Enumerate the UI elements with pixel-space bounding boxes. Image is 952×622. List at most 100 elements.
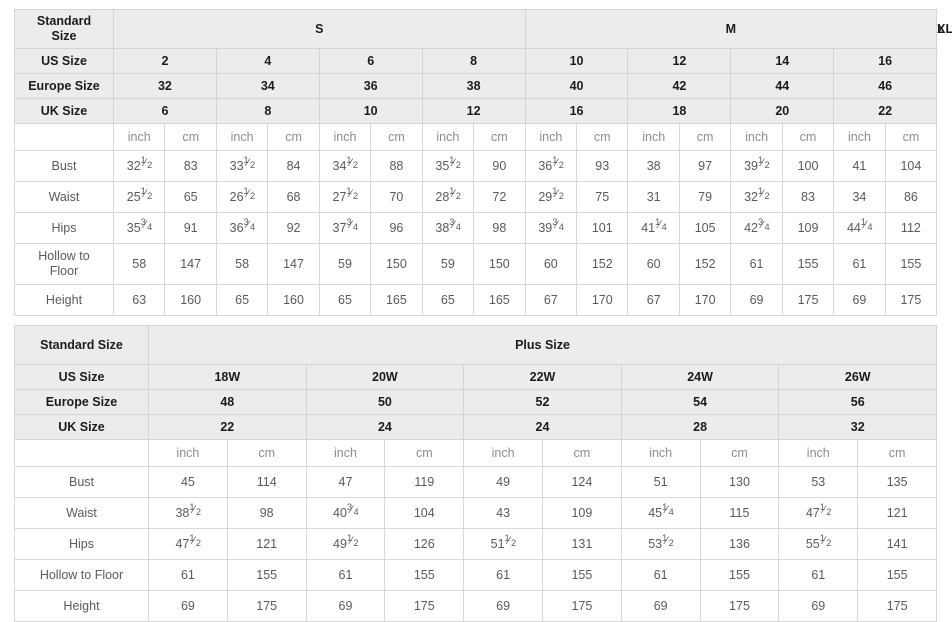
fraction-value: 47 1 ⁄ 2 bbox=[805, 501, 832, 521]
fraction-glyph: 1 ⁄ 2 bbox=[662, 532, 674, 549]
measure-label-height: Height bbox=[14, 284, 114, 316]
measure-value: 61 bbox=[730, 243, 783, 285]
measure-value: 61 bbox=[305, 559, 386, 591]
table-row: Bust 45 114 47 119 49 124 51 130 53 135 bbox=[14, 466, 938, 498]
fraction-value: 34 1 ⁄ 2 bbox=[332, 154, 359, 174]
measure-value: 55 1 ⁄ 2 bbox=[778, 528, 859, 560]
measure-value: 36 3 ⁄ 4 bbox=[215, 212, 269, 244]
header-label-standard-size: Standard Size bbox=[14, 325, 149, 365]
measure-value: 83 bbox=[164, 150, 217, 182]
fraction-value: 28 1 ⁄ 2 bbox=[435, 185, 461, 205]
unit-header-cm: cm bbox=[781, 123, 835, 151]
measure-value: 96 bbox=[370, 212, 423, 244]
fraction-glyph: 1 ⁄ 2 bbox=[449, 185, 461, 202]
measure-value: 135 bbox=[857, 466, 938, 498]
size-value: 8 bbox=[421, 48, 526, 74]
fraction-glyph: 1 ⁄ 2 bbox=[819, 501, 832, 518]
measure-label-hips: Hips bbox=[14, 528, 149, 560]
measure-value: 25 1 ⁄ 2 bbox=[112, 181, 166, 213]
measure-value: 136 bbox=[699, 528, 780, 560]
unit-header-inch: inch bbox=[730, 123, 783, 151]
fraction-glyph: 1 ⁄ 2 bbox=[189, 532, 201, 549]
fraction-glyph: 1 ⁄ 2 bbox=[449, 154, 461, 171]
row-label-units-blank bbox=[14, 123, 114, 151]
table-row: Hips 47 1 ⁄ 2 121 49 1 ⁄ 2 126 51 1 ⁄ 2 131 53 1 ⁄ 2 136 55 1 ⁄… bbox=[14, 528, 938, 560]
size-value: 26W bbox=[778, 364, 938, 390]
measure-value: 44 1 ⁄ 4 bbox=[833, 212, 886, 244]
measure-value: 69 bbox=[730, 284, 783, 316]
size-value: 6 bbox=[318, 48, 423, 74]
measure-value: 35 1 ⁄ 2 bbox=[421, 150, 475, 182]
table-row: Height 69 175 69 175 69 175 69 175 69 175 bbox=[14, 590, 938, 622]
measure-value: 28 1 ⁄ 2 bbox=[421, 181, 475, 213]
fraction-glyph: 3 ⁄ 4 bbox=[449, 216, 461, 233]
fraction-glyph: 1 ⁄ 2 bbox=[243, 185, 256, 202]
measure-value: 58 bbox=[215, 243, 269, 285]
measure-value: 100 bbox=[781, 150, 835, 182]
fraction-glyph: 1 ⁄ 2 bbox=[346, 532, 359, 549]
plus-size-table: Standard Size Plus Size US Size 18W 20W 22W 24… bbox=[14, 325, 938, 622]
fraction-value: 32 1 ⁄ 2 bbox=[744, 185, 770, 205]
measure-value: 67 bbox=[627, 284, 680, 316]
fraction-glyph: 3 ⁄ 4 bbox=[346, 216, 359, 233]
unit-header-cm: cm bbox=[226, 439, 307, 467]
measure-value: 155 bbox=[699, 559, 780, 591]
measure-value: 39 3 ⁄ 4 bbox=[524, 212, 578, 244]
measure-value: 61 bbox=[620, 559, 701, 591]
size-value: 44 bbox=[730, 73, 835, 99]
header-row-standard-size: Standard Size Plus Size bbox=[14, 325, 938, 365]
measure-value: 26 1 ⁄ 2 bbox=[215, 181, 269, 213]
measure-label-waist: Waist bbox=[14, 181, 114, 213]
fraction-glyph: 1 ⁄ 4 bbox=[655, 216, 667, 233]
header-label-standard-size: Standard Size bbox=[14, 9, 114, 49]
measure-value: 88 bbox=[370, 150, 423, 182]
row-label-us-size: US Size bbox=[14, 364, 149, 390]
fraction-value: 44 1 ⁄ 4 bbox=[846, 216, 873, 236]
measure-value: 47 1 ⁄ 2 bbox=[148, 528, 228, 560]
size-value: 46 bbox=[833, 73, 938, 99]
size-value: 42 bbox=[627, 73, 732, 99]
measure-value: 121 bbox=[857, 497, 938, 529]
fraction-value: 51 1 ⁄ 2 bbox=[490, 532, 517, 552]
measure-value: 155 bbox=[226, 559, 307, 591]
measure-value: 69 bbox=[620, 590, 701, 622]
fraction-value: 35 3 ⁄ 4 bbox=[126, 216, 153, 236]
measure-value: 69 bbox=[463, 590, 543, 622]
fraction-value: 27 1 ⁄ 2 bbox=[332, 185, 359, 205]
measure-value: 131 bbox=[541, 528, 622, 560]
fraction-value: 37 3 ⁄ 4 bbox=[332, 216, 359, 236]
size-value: 54 bbox=[620, 389, 780, 415]
row-uk-size: UK Size 6 8 10 12 16 18 20 22 bbox=[14, 98, 938, 124]
measure-value: 160 bbox=[164, 284, 217, 316]
measure-value: 47 bbox=[305, 466, 386, 498]
unit-header-cm: cm bbox=[370, 123, 423, 151]
measure-value: 68 bbox=[267, 181, 320, 213]
measure-value: 32 1 ⁄ 2 bbox=[730, 181, 783, 213]
measure-value: 93 bbox=[576, 150, 629, 182]
unit-header-cm: cm bbox=[857, 439, 938, 467]
unit-header-inch: inch bbox=[148, 439, 228, 467]
size-value: 22 bbox=[148, 414, 307, 440]
measure-value: 69 bbox=[148, 590, 228, 622]
measure-label-bust: Bust bbox=[14, 466, 149, 498]
table-separator bbox=[14, 316, 936, 325]
measure-value: 65 bbox=[421, 284, 475, 316]
measure-value: 155 bbox=[857, 559, 938, 591]
measure-value: 91 bbox=[164, 212, 217, 244]
measure-value: 98 bbox=[473, 212, 526, 244]
table-row: Hollow to Floor 61 155 61 155 61 155 61 155 61 155 bbox=[14, 559, 938, 591]
measure-value: 45 bbox=[148, 466, 228, 498]
header-row-standard-size: Standard Size S M L XL bbox=[14, 9, 952, 49]
measure-value: 152 bbox=[576, 243, 629, 285]
fraction-glyph: 3 ⁄ 4 bbox=[243, 216, 256, 233]
row-label-uk-size: UK Size bbox=[14, 98, 114, 124]
fraction-value: 26 1 ⁄ 2 bbox=[229, 185, 256, 205]
measure-value: 109 bbox=[541, 497, 622, 529]
measure-value: 61 bbox=[463, 559, 543, 591]
size-value: 8 bbox=[215, 98, 320, 124]
unit-header-inch: inch bbox=[463, 439, 543, 467]
unit-header-cm: cm bbox=[267, 123, 320, 151]
fraction-value: 40 3 ⁄ 4 bbox=[333, 501, 359, 521]
size-value: 12 bbox=[421, 98, 526, 124]
fraction-glyph: 1 ⁄ 2 bbox=[140, 154, 153, 171]
